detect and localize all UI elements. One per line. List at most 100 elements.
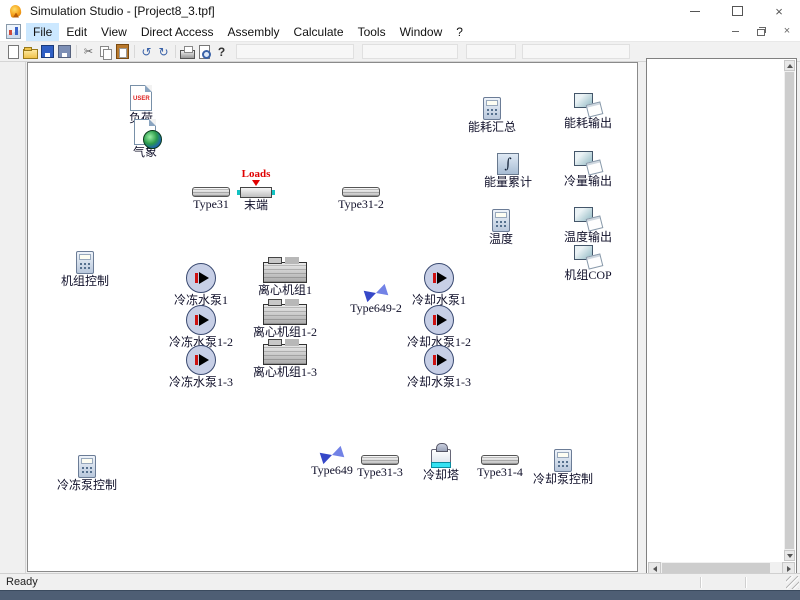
component-chw-pump-2[interactable]: 冷冻水泵1-2 [168, 305, 234, 349]
redo-icon[interactable] [155, 44, 172, 60]
link-toolbar-group [362, 44, 458, 59]
component-temp-out[interactable]: 温度输出 [556, 207, 620, 244]
component-label: Type31-3 [357, 466, 403, 479]
component-chw-pump-control[interactable]: 冷冻泵控制 [52, 455, 122, 492]
menu-window[interactable]: Window [393, 23, 450, 41]
output-computer-icon [574, 151, 602, 174]
menu-help[interactable]: ? [449, 23, 470, 41]
component-label: Type649 [311, 464, 353, 477]
maximize-icon [732, 6, 743, 16]
paste-icon[interactable] [114, 44, 131, 60]
component-chiller-1[interactable]: 离心机组1 [250, 255, 320, 297]
component-label: 能耗汇总 [468, 121, 516, 134]
output-computer-icon [574, 207, 602, 230]
component-type31-4[interactable]: Type31-4 [470, 455, 530, 479]
component-cooling-out[interactable]: 冷量输出 [556, 151, 620, 188]
cut-icon[interactable] [80, 44, 97, 60]
component-cw-pump-3[interactable]: 冷却水泵1-3 [406, 345, 472, 389]
menu-file[interactable]: File [26, 23, 59, 41]
globe-icon [143, 130, 162, 149]
component-type649-2[interactable]: Type649-2 [344, 285, 408, 315]
chiller-icon [263, 262, 307, 283]
drawing-tools-sidebar [0, 62, 26, 573]
minimize-icon [690, 11, 700, 12]
restore-icon [757, 29, 765, 36]
mdi-close-button[interactable]: × [778, 25, 796, 38]
menu-view[interactable]: View [94, 23, 134, 41]
component-unit-control[interactable]: 机组控制 [52, 251, 118, 288]
component-energy-sum[interactable]: 能耗汇总 [462, 97, 522, 134]
calculator-icon [78, 455, 96, 478]
maximize-button[interactable] [716, 0, 758, 22]
close-icon: × [784, 26, 790, 37]
scroll-down-button[interactable] [784, 550, 795, 561]
library-panel [646, 58, 797, 577]
copy-icon[interactable] [97, 44, 114, 60]
open-folder-icon[interactable] [22, 44, 39, 60]
mdi-minimize-button[interactable] [726, 25, 744, 38]
pump-icon [424, 345, 454, 375]
component-label: Type31 [193, 198, 229, 211]
menu-tools[interactable]: Tools [351, 23, 393, 41]
component-label: Type31-2 [338, 198, 384, 211]
menu-edit[interactable]: Edit [59, 23, 94, 41]
calculator-icon [76, 251, 94, 274]
component-chiller-3[interactable]: 离心机组1-3 [250, 337, 320, 379]
component-unit-cop[interactable]: 机组COP [556, 245, 620, 282]
print-icon[interactable] [179, 44, 196, 60]
window-toolbar-group [522, 44, 630, 59]
pipe-icon [481, 455, 519, 465]
component-type31-3[interactable]: Type31-3 [350, 455, 410, 479]
component-chiller-2[interactable]: 离心机组1-2 [250, 297, 320, 339]
window-controls: × [674, 0, 800, 22]
vertical-scrollbar[interactable] [784, 60, 795, 561]
component-energy-out[interactable]: 能耗输出 [556, 93, 620, 130]
component-cooling-tower[interactable]: 冷却塔 [414, 443, 468, 482]
component-cw-pump-control[interactable]: 冷却泵控制 [528, 449, 598, 486]
coil-icon [240, 187, 272, 198]
undo-icon[interactable] [138, 44, 155, 60]
component-label: 机组COP [564, 269, 611, 282]
menu-direct-access[interactable]: Direct Access [134, 23, 221, 41]
window-title: Simulation Studio - [Project8_3.tpf] [30, 4, 215, 18]
output-computer-icon [574, 93, 602, 116]
component-cw-pump-2[interactable]: 冷却水泵1-2 [406, 305, 472, 349]
component-label: 冷却水泵1-3 [407, 376, 471, 389]
component-label: 离心机组1-3 [253, 366, 317, 379]
toolbar-field-2 [466, 44, 516, 59]
mdi-restore-button[interactable] [752, 25, 770, 38]
print-preview-icon[interactable] [196, 44, 213, 60]
left-arrow-icon [653, 566, 657, 572]
close-button[interactable]: × [758, 0, 800, 22]
cooling-tower-icon [429, 443, 453, 468]
resize-grip[interactable] [786, 576, 799, 589]
library-tree [649, 64, 783, 560]
scroll-up-button[interactable] [784, 60, 795, 71]
save-icon[interactable] [39, 44, 56, 60]
component-energy-acc[interactable]: 能量累计 [478, 153, 538, 189]
save-all-icon[interactable] [56, 44, 73, 60]
pump-icon [186, 263, 216, 293]
scrollbar-thumb[interactable] [785, 72, 794, 549]
pipe-icon [361, 455, 399, 465]
help-icon[interactable] [213, 44, 230, 60]
component-temp[interactable]: 温度 [476, 209, 526, 246]
component-chw-pump-3[interactable]: 冷冻水泵1-3 [168, 345, 234, 389]
new-document-icon[interactable] [5, 44, 22, 60]
user-file-icon: USER [130, 85, 152, 111]
pump-icon [424, 305, 454, 335]
component-weather[interactable]: 气象 [110, 119, 180, 159]
component-type31-2[interactable]: Type31-2 [331, 187, 391, 211]
component-label: 冷冻水泵1-3 [169, 376, 233, 389]
minimize-button[interactable] [674, 0, 716, 22]
component-label: 末端 [244, 199, 268, 212]
user-badge: USER [133, 96, 150, 102]
component-cw-pump-1[interactable]: 冷却水泵1 [406, 263, 472, 307]
component-terminal[interactable]: Loads 末端 [226, 169, 286, 212]
loads-tag: Loads [242, 169, 271, 180]
document-icon[interactable] [6, 24, 21, 39]
project-canvas[interactable]: USER 负荷 气象 Type31 Loads 末端 Type31-2 能耗汇总… [27, 62, 638, 572]
menu-calculate[interactable]: Calculate [287, 23, 351, 41]
menu-assembly[interactable]: Assembly [221, 23, 287, 41]
component-chw-pump-1[interactable]: 冷冻水泵1 [168, 263, 234, 307]
